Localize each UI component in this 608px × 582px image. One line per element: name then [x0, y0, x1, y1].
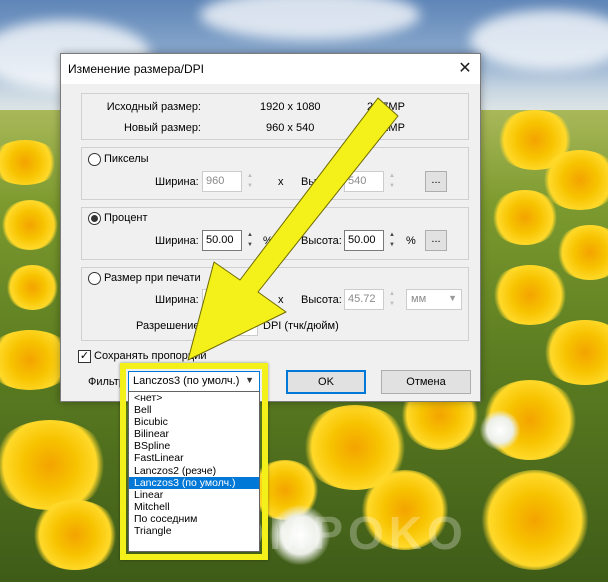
filter-option[interactable]: Bilinear [129, 428, 259, 440]
arrow-shape [187, 97, 399, 361]
filter-option[interactable]: Lanczos2 (резче) [129, 465, 259, 477]
filter-option[interactable]: По соседним [129, 513, 259, 525]
filter-option[interactable]: FastLinear [129, 452, 259, 464]
chevron-down-icon: ▼ [245, 375, 254, 385]
filter-option[interactable]: Bicubic [129, 416, 259, 428]
filter-option[interactable]: <нет> [129, 392, 259, 404]
filter-option[interactable]: Triangle [129, 525, 259, 537]
filter-options-list: <нет> Bell Bicubic Bilinear BSpline FastLinea… [128, 391, 260, 552]
filter-select[interactable]: Lanczos3 (по умолч.) ▼ [128, 371, 260, 392]
filter-option[interactable]: Bell [129, 404, 259, 416]
filter-option[interactable]: Mitchell [129, 501, 259, 513]
filter-option[interactable]: Linear [129, 489, 259, 501]
filter-option[interactable]: Lanczos3 (по умолч.) [129, 476, 259, 489]
annotation-arrow [187, 97, 399, 361]
filter-selected-value: Lanczos3 (по умолч.) [133, 375, 240, 387]
filter-option[interactable]: BSpline [129, 440, 259, 452]
